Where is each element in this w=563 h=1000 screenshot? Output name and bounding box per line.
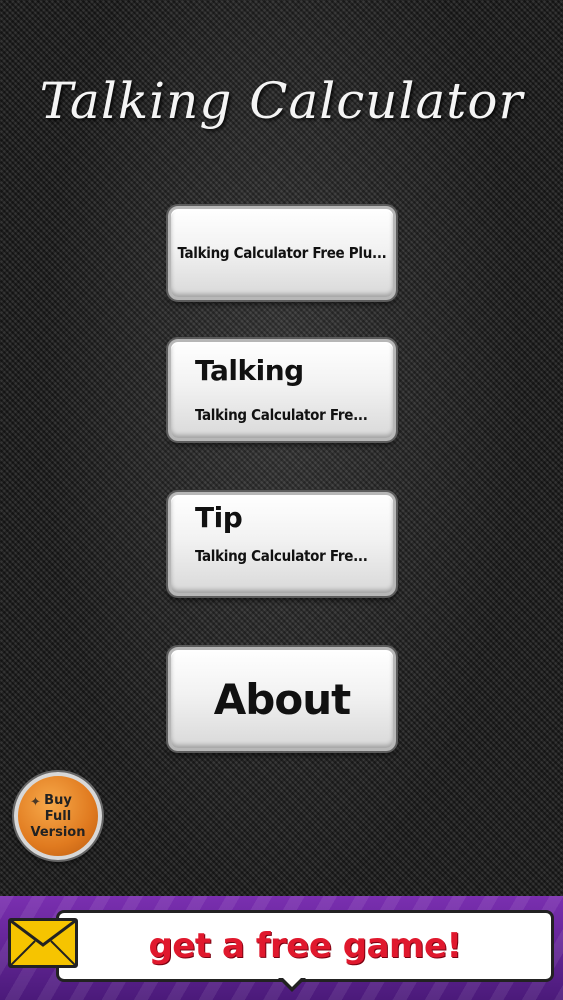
buy-line-2: Full <box>44 809 72 824</box>
talking-button-subtitle: Talking Calculator Fre... <box>195 406 368 424</box>
ad-text: get a free game! <box>148 926 462 966</box>
tip-button-subtitle: Talking Calculator Fre... <box>195 547 368 565</box>
about-button[interactable]: About <box>168 647 396 751</box>
sparkle-icon: ✦ <box>30 795 41 810</box>
talking-button[interactable]: Talking Talking Calculator Fre... <box>168 339 396 441</box>
about-button-label: About <box>213 674 351 724</box>
envelope-icon <box>8 918 78 968</box>
ad-speech-bubble: get a free game! <box>56 910 554 982</box>
speech-tail-inner <box>281 976 303 987</box>
ad-banner[interactable]: get a free game! <box>0 896 563 1000</box>
tip-button-title: Tip <box>195 501 243 534</box>
buy-line-3: Version <box>30 825 86 840</box>
app-title: Talking Calculator <box>39 72 524 130</box>
buy-full-version-button[interactable]: ✦ Buy Full Version <box>14 772 102 860</box>
tip-button[interactable]: Tip Talking Calculator Fre... <box>168 492 396 596</box>
talking-button-title: Talking <box>195 354 304 387</box>
calculator-free-plus-button[interactable]: Talking Calculator Free Plu... <box>168 206 396 300</box>
calculator-free-plus-label: Talking Calculator Free Plu... <box>177 244 387 262</box>
